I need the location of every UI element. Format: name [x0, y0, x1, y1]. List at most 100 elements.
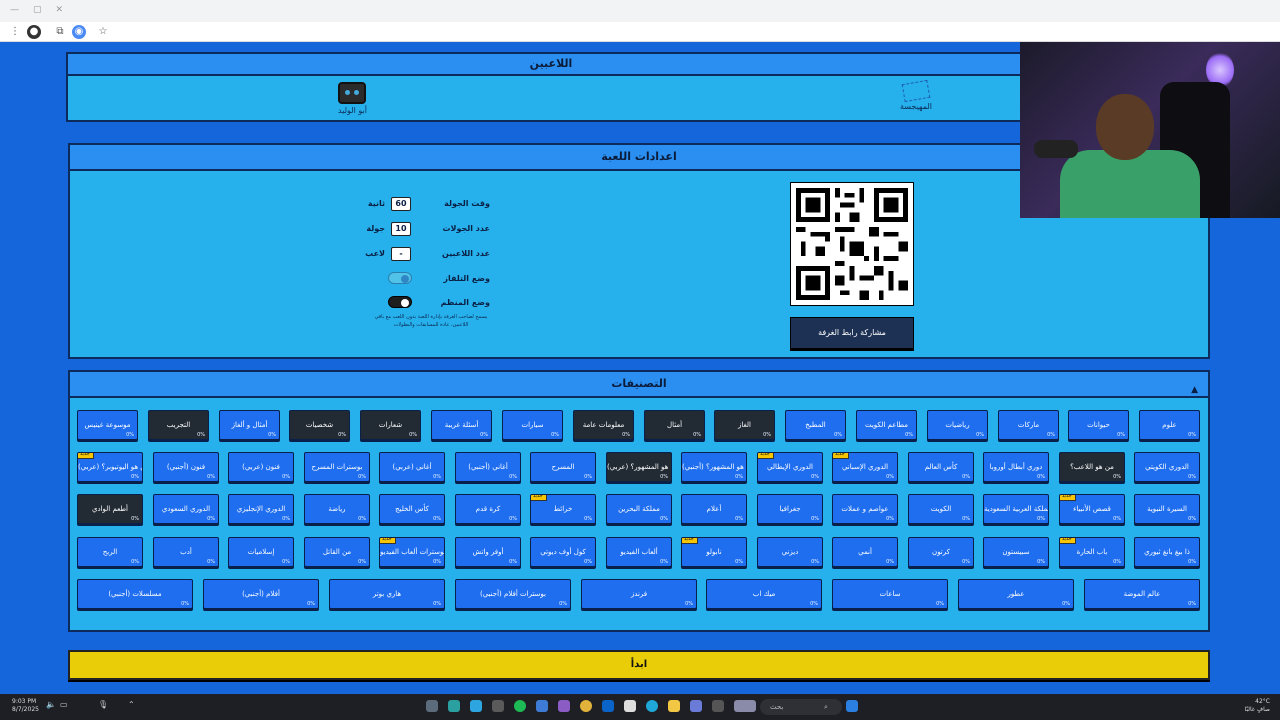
category-button[interactable]: الدوري الإسباني 0% جديد: [832, 452, 898, 482]
windows-start-icon[interactable]: [846, 700, 858, 712]
category-button[interactable]: من هو اليوتيوبر؟ (عربي) 0% جديد: [77, 452, 143, 482]
app-icon[interactable]: [690, 700, 702, 712]
category-button[interactable]: أوفر واتش 0%: [455, 537, 521, 567]
category-button[interactable]: المطبخ 0%: [785, 410, 846, 440]
extension-icon[interactable]: ⧉: [53, 25, 67, 39]
chevron-up-icon[interactable]: ▲: [1191, 378, 1198, 402]
chrome-icon[interactable]: [580, 700, 592, 712]
category-button[interactable]: عطور 0%: [958, 579, 1074, 609]
category-button[interactable]: كول أوف ديوتي 0%: [530, 537, 596, 567]
chrome-icon[interactable]: ◉: [72, 25, 86, 39]
category-button[interactable]: ذا بيغ بانغ ثيوري 0%: [1134, 537, 1200, 567]
outlook-icon[interactable]: [602, 700, 614, 712]
category-button[interactable]: شعارات 0%: [360, 410, 421, 440]
category-button[interactable]: رياضة 0%: [304, 494, 370, 524]
spotify-icon[interactable]: [514, 700, 526, 712]
category-button[interactable]: أمثال و ألغاز 0%: [219, 410, 280, 440]
category-button[interactable]: من هو المشهور؟ (أجنبي) 0%: [681, 452, 747, 482]
settings-app-icon[interactable]: [426, 700, 438, 712]
category-button[interactable]: أغاني (عربي) 0%: [379, 452, 445, 482]
category-button[interactable]: جغرافيا 0%: [757, 494, 823, 524]
category-button[interactable]: ألعاب الفيديو 0%: [606, 537, 672, 567]
category-button[interactable]: الكويت 0%: [908, 494, 974, 524]
share-room-link-button[interactable]: مشاركة رابط الغرفة: [790, 317, 914, 349]
category-button[interactable]: السيرة النبوية 0%: [1134, 494, 1200, 524]
category-button[interactable]: ديزني 0%: [757, 537, 823, 567]
category-button[interactable]: عواصم و عملات 0%: [832, 494, 898, 524]
category-button[interactable]: دوري أبطال أوروبا 0%: [983, 452, 1049, 482]
category-button[interactable]: مسلسلات (أجنبي) 0%: [77, 579, 193, 609]
category-button[interactable]: كأس الخليج 0%: [379, 494, 445, 524]
category-button[interactable]: هاري بوتر 0%: [329, 579, 445, 609]
category-button[interactable]: من هو اللاعب؟ 0%: [1059, 452, 1125, 482]
category-button[interactable]: الدوري الكويتي 0%: [1134, 452, 1200, 482]
organizer-mode-toggle[interactable]: [388, 296, 412, 308]
category-button[interactable]: فنون (عربي) 0%: [228, 452, 294, 482]
category-button[interactable]: الدوري السعودي 0%: [153, 494, 219, 524]
category-button[interactable]: أنمي 0%: [832, 537, 898, 567]
category-button[interactable]: شخصيات 0%: [289, 410, 350, 440]
category-button[interactable]: معلومات عامة 0%: [573, 410, 634, 440]
category-button[interactable]: أمثال 0%: [644, 410, 705, 440]
category-button[interactable]: الدوري الإنجليزي 0%: [228, 494, 294, 524]
category-button[interactable]: سيارات 0%: [502, 410, 563, 440]
category-button[interactable]: كرتون 0%: [908, 537, 974, 567]
category-button[interactable]: باب الحارة 0% جديد: [1059, 537, 1125, 567]
category-button[interactable]: كأس العالم 0%: [908, 452, 974, 482]
category-button[interactable]: بوسترات المسرح 0%: [304, 452, 370, 482]
categories-header[interactable]: التصنيفات ▲: [70, 372, 1208, 398]
category-button[interactable]: كرة قدم 0%: [455, 494, 521, 524]
category-button[interactable]: مطاعم الكويت 0%: [856, 410, 917, 440]
category-button[interactable]: أغاني (أجنبي) 0%: [455, 452, 521, 482]
category-button[interactable]: ساعات 0%: [832, 579, 948, 609]
file-explorer-icon[interactable]: [668, 700, 680, 712]
category-button[interactable]: الدوري الإيطالي 0% جديد: [757, 452, 823, 482]
app-icon[interactable]: [448, 700, 460, 712]
taskbar-weather[interactable]: 42°C صافٍ غالبًا: [1245, 698, 1270, 714]
menu-icon[interactable]: ⋮: [8, 25, 22, 39]
category-button[interactable]: التجريب 0%: [148, 410, 209, 440]
category-button[interactable]: ميك اب 0%: [706, 579, 822, 609]
profile-avatar-icon[interactable]: ●: [27, 25, 41, 39]
category-button[interactable]: عالم الموضة 0%: [1084, 579, 1200, 609]
app-icon[interactable]: [558, 700, 570, 712]
taskbar-clock[interactable]: 9:03 PM 8/7/2025: [12, 698, 39, 714]
category-button[interactable]: من هو المشهور؟ (عربي) 0%: [606, 452, 672, 482]
category-button[interactable]: إسلاميات 0%: [228, 537, 294, 567]
round-time-select[interactable]: 60: [391, 197, 411, 211]
round-count-select[interactable]: 10: [391, 222, 411, 236]
category-button[interactable]: حيوانات 0%: [1068, 410, 1129, 440]
category-button[interactable]: بوسترات ألعاب الفيديو 0% جديد: [379, 537, 445, 567]
category-button[interactable]: نابولو 0% جديد: [681, 537, 747, 567]
window-controls-icon[interactable]: —▢✕: [10, 5, 77, 15]
category-button[interactable]: سبيستون 0%: [983, 537, 1049, 567]
category-button[interactable]: بوسترات أفلام (أجنبي) 0%: [455, 579, 571, 609]
category-button[interactable]: مملكة البحرين 0%: [606, 494, 672, 524]
category-button[interactable]: قصص الأنبياء 0% جديد: [1059, 494, 1125, 524]
category-button[interactable]: أفلام (أجنبي) 0%: [203, 579, 319, 609]
category-button[interactable]: أطعم الوادي 0%: [77, 494, 143, 524]
volume-icon[interactable]: 🔈: [46, 700, 56, 709]
category-button[interactable]: من القاتل 0%: [304, 537, 370, 567]
start-game-button[interactable]: ابدأ: [68, 650, 1210, 680]
category-button[interactable]: فرندز 0%: [581, 579, 697, 609]
edge-icon[interactable]: [646, 700, 658, 712]
category-button[interactable]: خرائط 0% جديد: [530, 494, 596, 524]
category-button[interactable]: المملكة العربية السعودية 0%: [983, 494, 1049, 524]
category-button[interactable]: رياضيات 0%: [927, 410, 988, 440]
category-button[interactable]: أدب 0%: [153, 537, 219, 567]
category-button[interactable]: الغاز 0%: [714, 410, 775, 440]
network-icon[interactable]: ▭: [60, 700, 68, 709]
players-count-select[interactable]: -: [391, 247, 411, 261]
taskbar-search[interactable]: بحث ⌕: [760, 699, 842, 715]
category-button[interactable]: المسرح 0%: [530, 452, 596, 482]
category-button[interactable]: علوم 0%: [1139, 410, 1200, 440]
app-icon[interactable]: [712, 700, 724, 712]
category-button[interactable]: الربح 0%: [77, 537, 143, 567]
category-button[interactable]: فنون (أجنبي) 0%: [153, 452, 219, 482]
widget-icon[interactable]: [734, 700, 756, 712]
category-button[interactable]: أعلام 0%: [681, 494, 747, 524]
store-icon[interactable]: [624, 700, 636, 712]
bookmark-star-icon[interactable]: ☆: [96, 25, 110, 39]
app-icon[interactable]: [536, 700, 548, 712]
